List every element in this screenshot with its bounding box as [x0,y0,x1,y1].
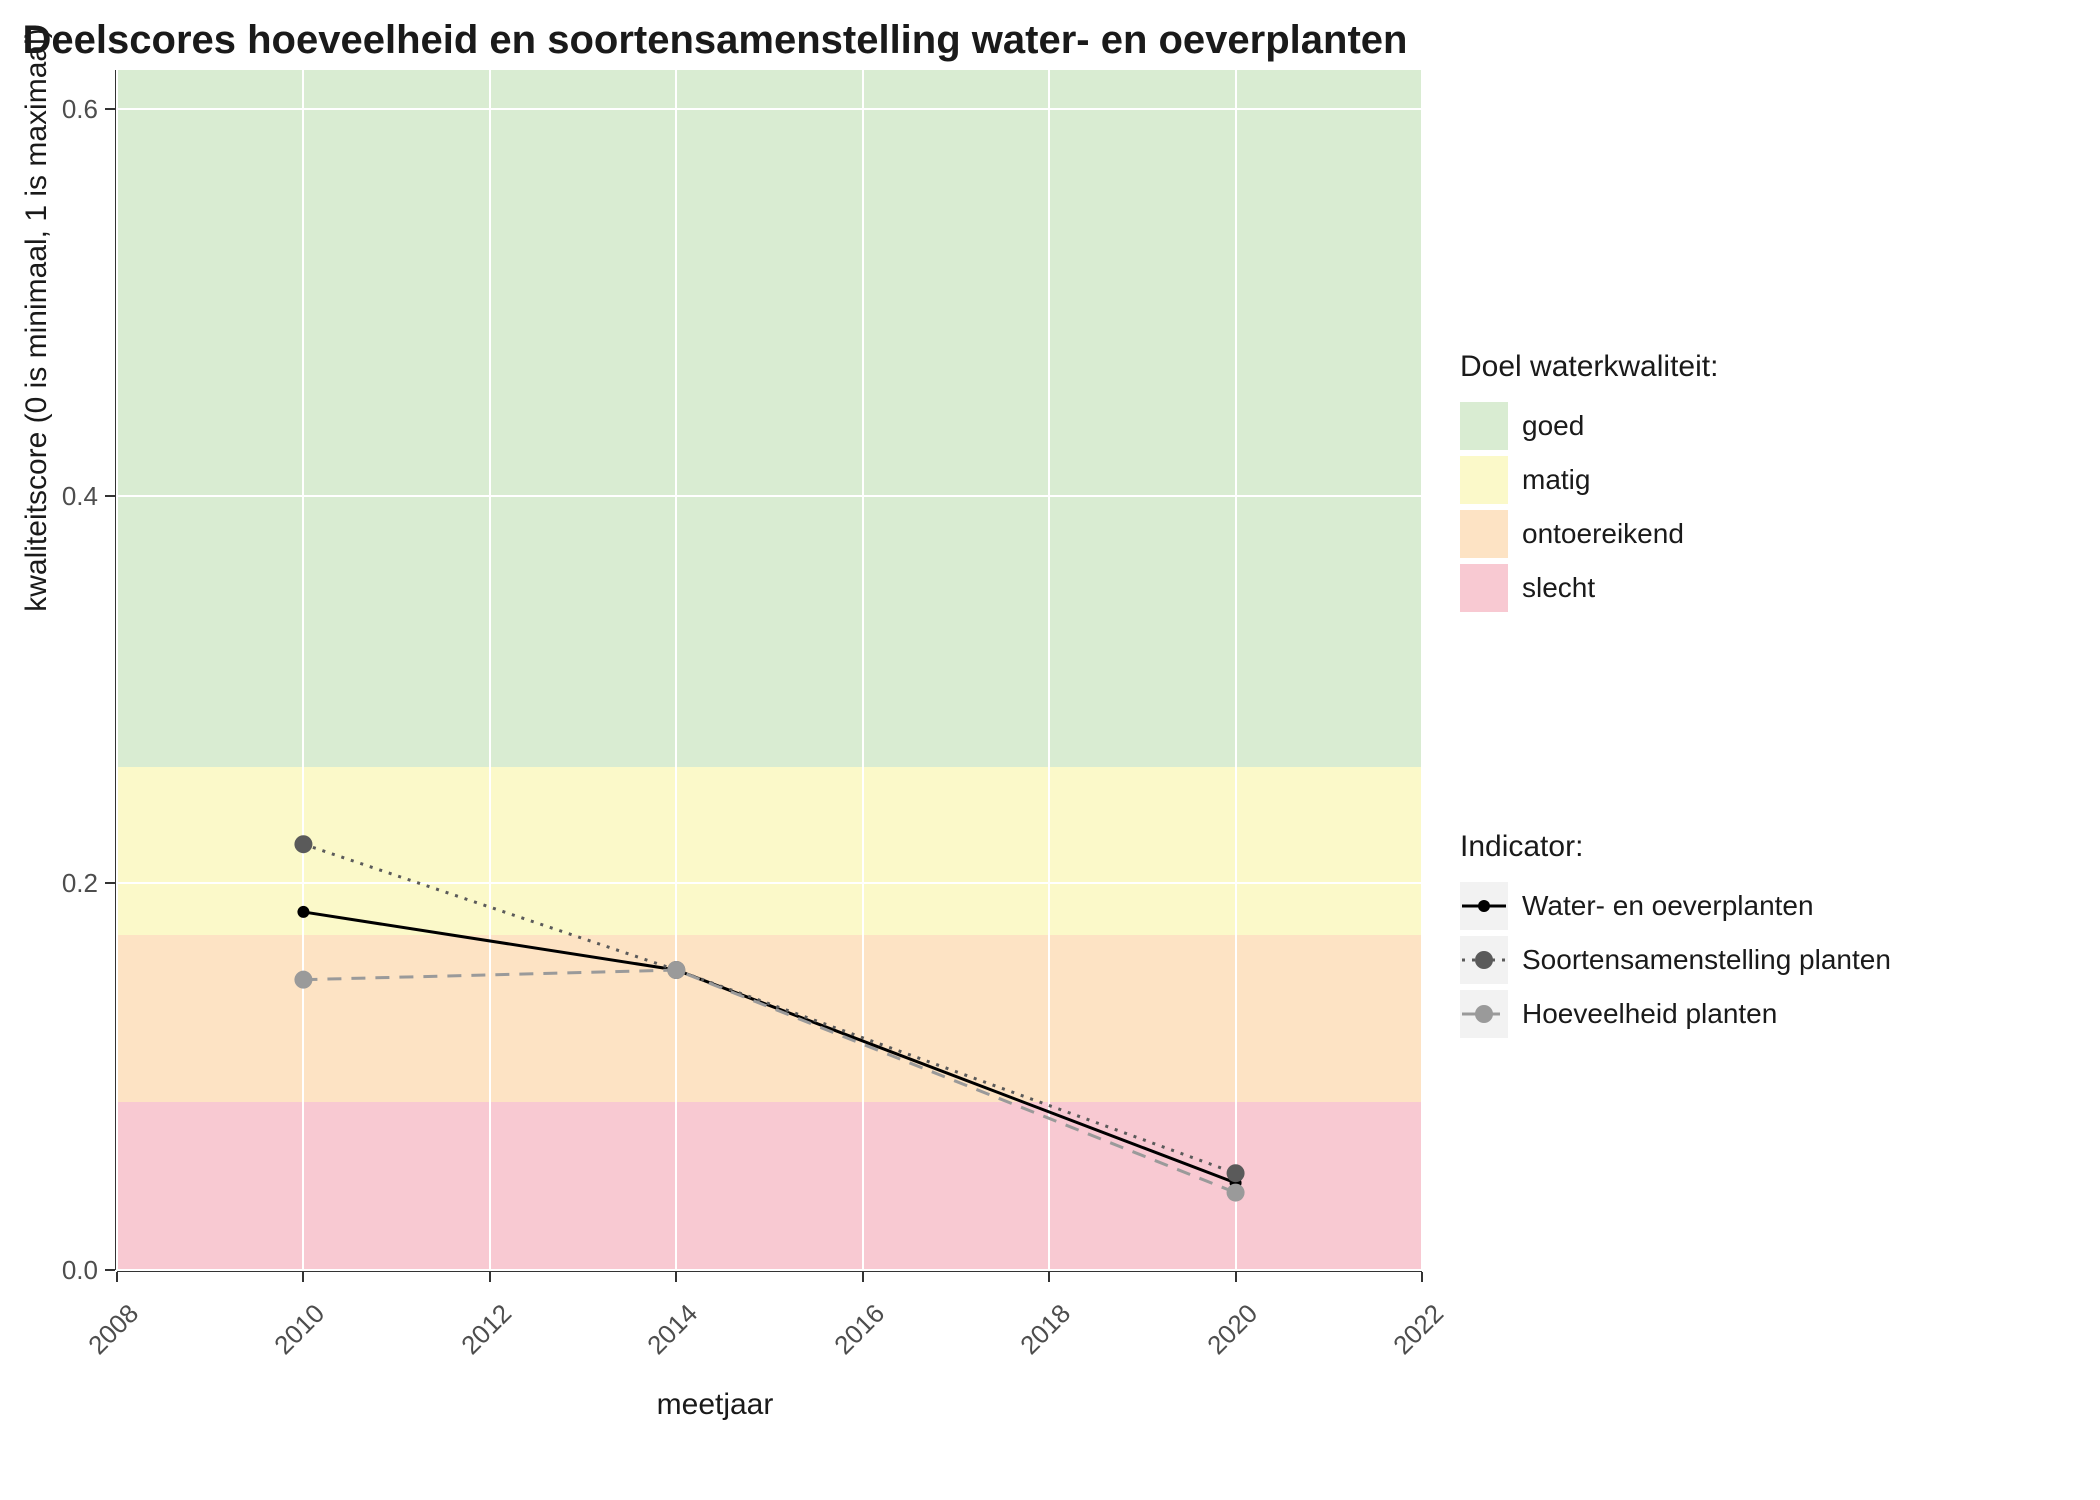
legend-item-goed: goed [1460,402,2060,450]
series-point-2 [1227,1184,1245,1202]
series-line-1 [303,844,1235,1173]
legend-label-matig: matig [1522,464,1590,496]
x-tick-label: 2022 [1371,1298,1449,1376]
chart-title: Deelscores hoeveelheid en soortensamenst… [0,18,1430,63]
series-point-1 [1227,1164,1245,1182]
series-point-1 [294,835,312,853]
x-tick-label: 2018 [999,1298,1077,1376]
x-tick-label: 2016 [812,1298,890,1376]
x-tick [302,1272,304,1282]
legend-item-matig: matig [1460,456,2060,504]
swatch-ontoereikend [1460,510,1508,558]
series-point-2 [667,961,685,979]
legend-item-series-2: Hoeveelheid planten [1460,990,2060,1038]
legend-indicator: Indicator: Water- en oeverplanten Soorte… [1460,830,2060,1044]
x-tick [116,1272,118,1282]
legend-bands-title: Doel waterkwaliteit: [1460,350,2060,384]
y-tick-label: 0.0 [40,1255,98,1286]
plot-svg [117,70,1422,1270]
legend-label-series-0: Water- en oeverplanten [1522,890,1814,922]
series-line-0 [303,912,1235,1183]
legend-label-series-2: Hoeveelheid planten [1522,998,1777,1030]
legend-indicator-title: Indicator: [1460,830,2060,864]
x-tick [1421,1272,1423,1282]
x-tick [1235,1272,1237,1282]
swatch-matig [1460,456,1508,504]
series-point-2 [294,971,312,989]
legend-label-series-1: Soortensamenstelling planten [1522,944,1891,976]
x-tick [862,1272,864,1282]
x-tick-label: 2014 [626,1298,704,1376]
legend-item-series-1: Soortensamenstelling planten [1460,936,2060,984]
swatch-series-1 [1460,936,1508,984]
y-tick [105,882,115,884]
y-tick [105,495,115,497]
legend-label-ontoereikend: ontoereikend [1522,518,1684,550]
y-tick-label: 0.2 [40,868,98,899]
legend-label-slecht: slecht [1522,572,1595,604]
chart-container: Deelscores hoeveelheid en soortensamenst… [0,0,2100,1500]
x-tick [1048,1272,1050,1282]
legend-bands: Doel waterkwaliteit: goed matig ontoerei… [1460,350,2060,618]
swatch-series-2 [1460,990,1508,1038]
swatch-slecht [1460,564,1508,612]
swatch-goed [1460,402,1508,450]
y-axis-title: kwaliteitscore (0 is minimaal, 1 is maxi… [20,0,54,670]
y-tick [105,1269,115,1271]
x-tick [675,1272,677,1282]
legend-item-ontoereikend: ontoereikend [1460,510,2060,558]
series-point-0 [297,906,309,918]
y-tick [105,108,115,110]
x-tick [489,1272,491,1282]
x-tick-label: 2010 [253,1298,331,1376]
legend-item-series-0: Water- en oeverplanten [1460,882,2060,930]
x-tick-label: 2020 [1185,1298,1263,1376]
swatch-series-0 [1460,882,1508,930]
x-tick-label: 2012 [439,1298,517,1376]
plot-area [117,70,1422,1270]
legend-item-slecht: slecht [1460,564,2060,612]
legend-label-goed: goed [1522,410,1584,442]
x-axis-title: meetjaar [0,1388,1430,1422]
x-tick-label: 2008 [66,1298,144,1376]
